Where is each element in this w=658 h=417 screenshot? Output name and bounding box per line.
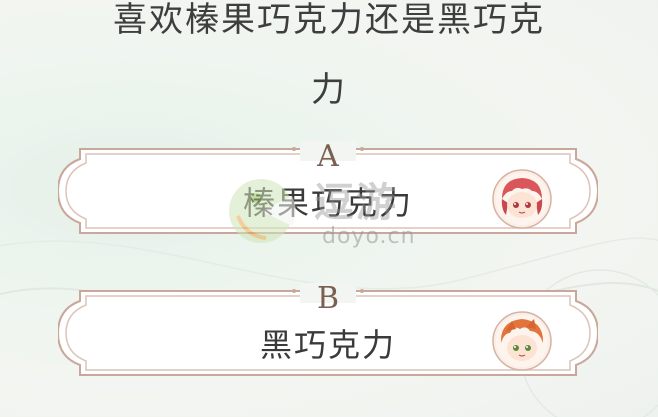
question-line-1: 喜欢榛果巧克力还是黑巧克 (113, 0, 545, 40)
red-hair-chibi-avatar-icon (492, 169, 552, 229)
orange-hair-chibi-avatar-icon (492, 311, 552, 371)
question-line-2: 力 (311, 70, 347, 110)
option-a-button[interactable]: A 榛果巧克力 (58, 137, 598, 245)
option-b-button[interactable]: B 黑巧克力 (58, 279, 598, 387)
